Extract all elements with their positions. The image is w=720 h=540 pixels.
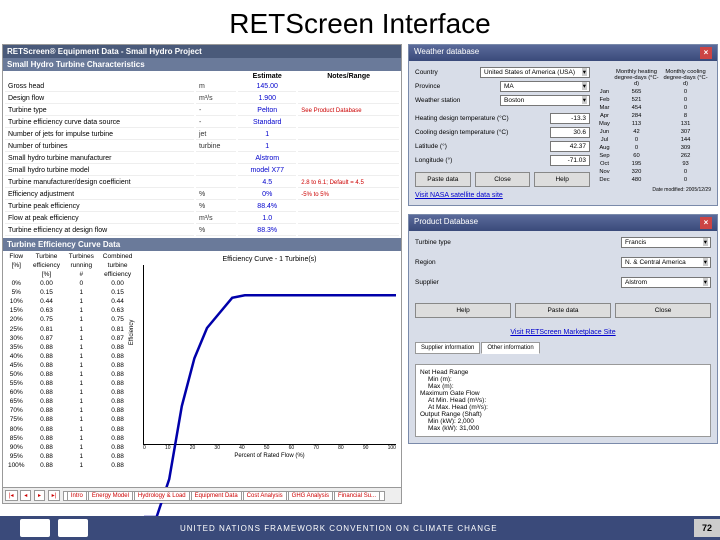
cooling-temp-input[interactable]: 30.6 <box>550 127 590 138</box>
un-logo-icon <box>58 519 88 537</box>
efficiency-table: FlowTurbineTurbinesCombined [%]efficienc… <box>3 251 138 471</box>
tab-supplier-info[interactable]: Supplier information <box>415 342 480 354</box>
paste-data-button[interactable]: Paste data <box>415 172 471 187</box>
unfccc-logo-icon <box>20 519 50 537</box>
characteristics-table: EstimateNotes/Range Gross headm145.00Des… <box>3 71 401 238</box>
help-button[interactable]: Help <box>415 303 511 318</box>
tab-other-info[interactable]: Other information <box>481 342 539 354</box>
heating-temp-input[interactable]: -13.3 <box>550 113 590 124</box>
tab-prev-icon[interactable]: ◂ <box>20 490 31 501</box>
station-select[interactable]: Boston <box>500 95 590 106</box>
page-title: RETScreen Interface <box>0 0 720 44</box>
close-button[interactable]: Close <box>475 172 531 187</box>
close-icon[interactable]: × <box>700 47 712 59</box>
country-select[interactable]: United States of America (USA) <box>480 67 590 78</box>
weather-data-table: Monthly heating degree-days (°C-d)Monthl… <box>596 67 711 185</box>
sheet-tabs[interactable]: |◂ ◂ ▸ ▸| IntroEnergy ModelHydrology & L… <box>3 487 401 503</box>
province-select[interactable]: MA <box>500 81 590 92</box>
close-icon[interactable]: × <box>700 217 712 229</box>
tab-next-icon[interactable]: ▸ <box>34 490 45 501</box>
close-button[interactable]: Close <box>615 303 711 318</box>
marketplace-link[interactable]: Visit RETScreen Marketplace Site <box>415 329 711 336</box>
tab-last-icon[interactable]: ▸| <box>48 490 61 501</box>
info-tabs[interactable]: Supplier information Other information <box>415 342 711 354</box>
turbine-type-select[interactable]: Francis <box>621 237 711 248</box>
section-eff-curve: Turbine Efficiency Curve Data <box>3 238 401 251</box>
product-database-window: Product Database× Turbine typeFrancis Re… <box>408 214 718 444</box>
help-button[interactable]: Help <box>534 172 590 187</box>
weather-database-window: Weather database× CountryUnited States o… <box>408 44 718 206</box>
paste-data-button[interactable]: Paste data <box>515 303 611 318</box>
retscreen-equipment-window: RETScreen® Equipment Data - Small Hydro … <box>2 44 402 504</box>
efficiency-chart: Efficiency Curve - 1 Turbine(s) Efficien… <box>138 251 401 471</box>
page-number: 72 <box>694 519 720 537</box>
window-header: RETScreen® Equipment Data - Small Hydro … <box>3 45 401 58</box>
region-select[interactable]: N. & Central America <box>621 257 711 268</box>
longitude-input[interactable]: -71.03 <box>550 155 590 166</box>
supplier-select[interactable]: Alstrom <box>621 277 711 288</box>
nasa-link[interactable]: Visit NASA satellite data site <box>415 192 590 199</box>
other-info-panel: Net Head Range Min (m): Max (m):Maximum … <box>415 364 711 437</box>
section-turbine-char: Small Hydro Turbine Characteristics <box>3 58 401 71</box>
latitude-input[interactable]: 42.37 <box>550 141 590 152</box>
footer: UNITED NATIONS FRAMEWORK CONVENTION ON C… <box>0 516 720 540</box>
tab-first-icon[interactable]: |◂ <box>5 490 18 501</box>
